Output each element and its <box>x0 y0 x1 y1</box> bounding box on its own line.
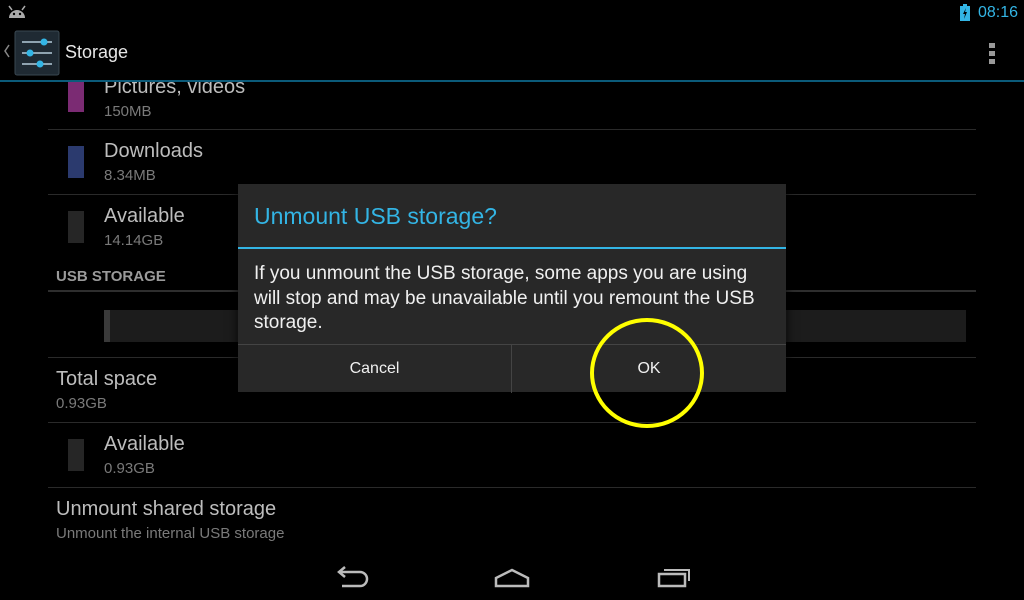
dialog-title-divider <box>238 247 786 249</box>
status-clock: 08:16 <box>978 4 1019 21</box>
list-item-label: Available <box>104 205 185 227</box>
downloads-color-swatch <box>68 146 84 178</box>
dialog-title: Unmount USB storage? <box>254 203 497 229</box>
battery-charging-icon <box>960 4 970 21</box>
up-caret-icon[interactable] <box>3 41 11 61</box>
settings-app-icon[interactable] <box>14 30 60 76</box>
overflow-menu-icon[interactable] <box>988 41 996 65</box>
page-title: Storage <box>65 42 129 62</box>
list-item-label: Unmount shared storage <box>56 498 277 520</box>
list-item-label: Downloads <box>104 140 203 162</box>
list-item-unmount-shared-storage[interactable]: Unmount shared storage Unmount the inter… <box>48 488 976 552</box>
dialog-message: If you unmount the USB storage, some app… <box>254 263 755 333</box>
list-item-available-usb[interactable]: Available 0.93GB <box>48 423 976 488</box>
action-bar: Storage <box>0 25 1024 82</box>
list-item-value: 8.34MB <box>104 167 156 184</box>
available-color-swatch <box>68 439 84 471</box>
list-item-pictures[interactable]: Pictures, videos 150MB <box>48 82 976 130</box>
list-item-value: 14.14GB <box>104 232 164 249</box>
list-item-value: 0.93GB <box>104 460 155 477</box>
available-color-swatch <box>68 211 84 243</box>
recent-apps-icon[interactable] <box>655 562 695 590</box>
list-item-value: 0.93GB <box>56 395 107 412</box>
cancel-button[interactable]: Cancel <box>238 345 512 393</box>
list-item-value: Unmount the internal USB storage <box>56 525 285 542</box>
usb-storage-section-header: USB STORAGE <box>56 268 166 285</box>
list-item-value: 150MB <box>104 103 152 120</box>
pictures-color-swatch <box>68 82 84 112</box>
list-item-label: Available <box>104 433 185 455</box>
android-debug-icon <box>8 5 26 18</box>
unmount-dialog: Unmount USB storage? If you unmount the … <box>238 184 786 393</box>
status-bar: 08:16 <box>0 0 1024 25</box>
list-item-label: Pictures, videos <box>104 82 246 98</box>
list-item-label: Total space <box>56 368 158 390</box>
home-icon[interactable] <box>492 562 532 590</box>
navigation-bar <box>0 552 1024 600</box>
highlight-circle-annotation <box>590 318 704 428</box>
back-icon[interactable] <box>330 562 370 590</box>
